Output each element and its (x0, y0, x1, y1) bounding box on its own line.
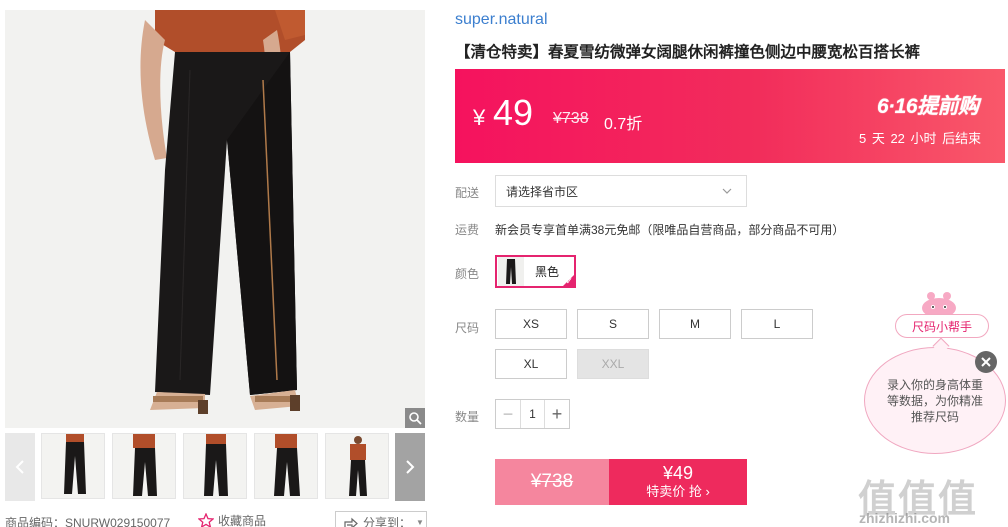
original-price-button[interactable]: ¥738 (495, 459, 609, 505)
close-icon (981, 357, 991, 367)
buy-now-button[interactable]: ¥49 特卖价 抢 › (609, 459, 747, 505)
shipping-info: 新会员专享首单满38元免邮（限唯品自营商品，部分商品不可用） (495, 223, 845, 237)
quantity-stepper: − + (495, 399, 570, 429)
size-helper-message: 录入你的身高体重等数据，为你精准推荐尺码 (887, 377, 984, 424)
site-watermark: 值值值 zhizhizhi.com (858, 468, 1008, 527)
star-icon (198, 513, 214, 527)
quantity-label: 数量 (455, 410, 480, 424)
size-option-m[interactable]: M (659, 309, 731, 339)
bubble-tail (932, 337, 950, 355)
model-wearing-pants-photo (5, 10, 425, 428)
quantity-increase-button[interactable]: + (545, 400, 569, 428)
thumbnail-image (113, 434, 175, 498)
size-label: 尺码 (455, 321, 480, 335)
product-main-image[interactable] (5, 10, 425, 428)
product-code: 商品编码：SNURW029150077 (5, 516, 171, 527)
thumbnail-4[interactable] (254, 433, 318, 499)
thumbnail-2[interactable] (112, 433, 176, 499)
thumbnail-image (255, 434, 317, 498)
thumbnail-1[interactable] (41, 433, 105, 499)
product-title: 【清仓特卖】春夏雪纺微弹女阔腿休闲裤撞色侧边中腰宽松百搭长裤 (455, 44, 921, 61)
color-label: 颜色 (455, 267, 480, 281)
product-meta-row: 商品编码：SNURW029150077 收藏商品 分享到： ▼ (5, 511, 427, 527)
chevron-down-icon (722, 188, 732, 194)
share-icon (344, 517, 358, 527)
delivery-placeholder: 请选择省市区 (506, 184, 579, 199)
buy-bar: ¥738 ¥49 特卖价 抢 › (495, 459, 747, 505)
buy-now-price: ¥49 (662, 463, 694, 483)
quantity-input[interactable] (520, 400, 545, 428)
thumbnail-strip (5, 433, 425, 501)
thumbnail-image (184, 434, 246, 498)
promo-event-logo: 6·16提前购 (877, 95, 979, 118)
color-option-label: 黑色 (535, 265, 560, 279)
magnifier-icon (409, 412, 422, 425)
watermark-text: zhizhizhi.com (859, 510, 950, 526)
delivery-label: 配送 (455, 186, 480, 200)
thumbnail-image (42, 434, 104, 498)
thumbnail-next-button[interactable] (395, 433, 425, 501)
size-helper-close-button[interactable] (975, 351, 997, 373)
shipping-label: 运费 (455, 223, 480, 237)
sale-price: 49 (493, 92, 534, 133)
thumbnail-5[interactable] (325, 433, 389, 499)
share-button[interactable]: 分享到： ▼ (335, 511, 427, 527)
chevron-down-icon: ▼ (416, 518, 424, 527)
size-option-xxl: XXL (577, 349, 649, 379)
zoom-button[interactable] (405, 408, 425, 428)
buy-now-label: 特卖价 抢 › (646, 484, 710, 499)
chevron-left-icon (15, 460, 24, 474)
promo-countdown: 5 天 22 小时 后结束 (859, 131, 982, 146)
size-option-xs[interactable]: XS (495, 309, 567, 339)
brand-link[interactable]: super.natural (455, 11, 548, 29)
color-option-black[interactable]: 黑色 ✓ (495, 255, 576, 288)
price-banner: ¥ 49 ¥738 0.7折 6·16提前购 5 天 22 小时 后结束 (455, 69, 1005, 163)
currency-symbol: ¥ (473, 105, 486, 130)
share-label: 分享到： (363, 516, 412, 527)
original-price: ¥738 (553, 110, 589, 127)
favorite-label: 收藏商品 (218, 514, 267, 527)
favorite-button[interactable]: 收藏商品 (198, 512, 266, 527)
size-option-s[interactable]: S (577, 309, 649, 339)
thumbnail-prev-button[interactable] (5, 433, 35, 501)
thumbnail-image (326, 434, 388, 498)
color-swatch-image (498, 257, 524, 286)
size-option-xl[interactable]: XL (495, 349, 567, 379)
delivery-region-select[interactable]: 请选择省市区 (495, 175, 747, 207)
discount-rate: 0.7折 (604, 116, 643, 133)
check-icon: ✓ (565, 276, 573, 286)
chevron-right-icon (406, 460, 415, 474)
size-option-l[interactable]: L (741, 309, 813, 339)
quantity-decrease-button[interactable]: − (496, 400, 520, 428)
thumbnail-3[interactable] (183, 433, 247, 499)
size-helper-tag[interactable]: 尺码小帮手 (895, 314, 989, 338)
